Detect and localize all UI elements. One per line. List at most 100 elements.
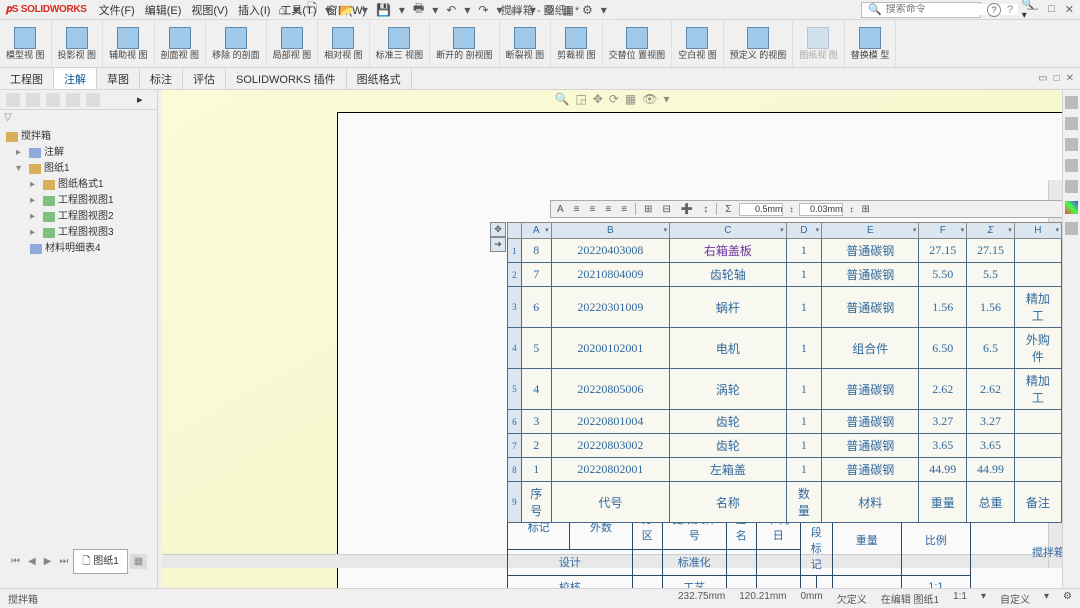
ribbon-blank-view[interactable]: 空白视 图 (672, 20, 724, 67)
ribbon-break-view[interactable]: 断裂视 图 (500, 20, 552, 67)
sheet-first-icon[interactable]: ⏮ (8, 556, 23, 567)
ribbon-aux-view[interactable]: 辅助视 图 (103, 20, 155, 67)
tab-addins[interactable]: SOLIDWORKS 插件 (226, 68, 347, 89)
doc-close-icon[interactable]: ✕ (1066, 73, 1074, 84)
tree-sheet1[interactable]: ▾图纸1 (2, 161, 155, 177)
fm-tab-3[interactable] (46, 93, 60, 107)
fm-tab-4[interactable] (66, 93, 80, 107)
ribbon-replace-model[interactable]: 替换模 型 (845, 20, 897, 67)
tab-evaluate[interactable]: 评估 (183, 68, 226, 89)
fm-tab-1[interactable] (6, 93, 20, 107)
table-format-toolbar[interactable]: A ≡ ≡ ≡ ≡ ⊞ ⊟ ➕ ↕ Σ 0.5mm ↕ 0.03mm ↕ ⊞ (550, 200, 1062, 218)
table-row[interactable]: 1820220403008右箱盖板1普通碳钢27.1527.15 (508, 239, 1062, 263)
minimize-button[interactable]: — (1027, 3, 1038, 16)
display-style-icon[interactable]: ▦ (625, 92, 636, 106)
ribbon-crop-view[interactable]: 剪裁视 图 (551, 20, 603, 67)
new-icon[interactable]: 🗋 (307, 0, 317, 20)
ribbon-projected-view[interactable]: 投影视 图 (52, 20, 104, 67)
taskpane-explorer-icon[interactable] (1065, 159, 1078, 172)
ribbon-predef-view[interactable]: 预定义 的视图 (724, 20, 794, 67)
merge-icon[interactable]: ⊞ (642, 204, 654, 215)
ribbon-section-view[interactable]: 剖面视 图 (155, 20, 207, 67)
sheet-prev-icon[interactable]: ◀ (25, 556, 39, 567)
taskpane-appearances-icon[interactable] (1065, 201, 1078, 214)
command-search[interactable]: 🔍 🔍▾ (861, 2, 981, 18)
tree-sheetformat[interactable]: ▸图纸格式1 (2, 177, 155, 193)
tab-sketch[interactable]: 草图 (97, 68, 140, 89)
settings-icon[interactable]: ⚙ (582, 3, 593, 17)
tab-sheetformat[interactable]: 图纸格式 (347, 68, 412, 89)
maximize-button[interactable]: □ (1048, 3, 1055, 16)
filter-icon[interactable]: ▽ (0, 110, 157, 125)
align-top-icon[interactable]: ≡ (619, 204, 629, 215)
ribbon-detail-view[interactable]: 局部视 图 (267, 20, 319, 67)
close-button[interactable]: ✕ (1065, 3, 1074, 16)
ribbon-sheet-view[interactable]: 图纸视 图 (793, 20, 845, 67)
align-right-icon[interactable]: ≡ (603, 204, 613, 215)
redo-icon[interactable]: ↷ (478, 3, 488, 17)
table-corner-handles[interactable]: ✥ ➜ (490, 222, 506, 252)
status-settings-icon[interactable]: ⚙ (1063, 591, 1072, 606)
table-row[interactable]: 6320220801004齿轮1普通碳钢3.273.27 (508, 410, 1062, 434)
open-icon[interactable]: 📂 (339, 3, 354, 17)
formula-icon[interactable]: Σ (723, 204, 733, 215)
sheet-tab-1[interactable]: 🗋 图纸1 (73, 549, 127, 574)
menu-view[interactable]: 视图(V) (191, 2, 228, 18)
menu-edit[interactable]: 编辑(E) (145, 2, 182, 18)
tree-annotations[interactable]: ▸注解 (2, 145, 155, 161)
ribbon-model-view[interactable]: 模型视 图 (0, 20, 52, 67)
ribbon-std-3view[interactable]: 标准三 视图 (370, 20, 431, 67)
taskpane-home-icon[interactable] (1065, 96, 1078, 109)
doc-minimize-icon[interactable]: ▭ (1038, 73, 1047, 84)
row-height-input[interactable]: 0.03mm (799, 203, 843, 216)
taskpane-palette-icon[interactable] (1065, 180, 1078, 193)
help-icon[interactable]: ? (987, 3, 1001, 17)
tab-drawing[interactable]: 工程图 (0, 68, 54, 89)
table-row[interactable]: 7220220803002齿轮1普通碳钢3.653.65 (508, 434, 1062, 458)
whatsnew-icon[interactable]: ? (1007, 4, 1013, 16)
insert-row-icon[interactable]: ➕ (679, 204, 695, 215)
save-icon[interactable]: 💾 (376, 3, 391, 17)
hide-show-icon[interactable]: 👁 (642, 92, 657, 106)
tree-view1[interactable]: ▸工程图视图1 (2, 193, 155, 209)
doc-restore-icon[interactable]: □ (1054, 73, 1060, 84)
table-row[interactable]: 5420220805006涡轮1普通碳钢2.622.62精加工 (508, 369, 1062, 410)
sort-icon[interactable]: ↕ (701, 204, 710, 215)
tree-view3[interactable]: ▸工程图视图3 (2, 225, 155, 241)
undo-icon[interactable]: ↶ (446, 3, 456, 17)
status-custom[interactable]: 自定义 (1000, 591, 1030, 606)
sheet-last-icon[interactable]: ⏭ (56, 556, 71, 567)
move-table-icon[interactable]: ✥ (490, 222, 506, 237)
tab-markup[interactable]: 标注 (140, 68, 183, 89)
menu-file[interactable]: 文件(F) (99, 2, 135, 18)
drawing-canvas[interactable]: 🔍 ◲ ✥ ⟳ ▦ 👁 ▾ D E F A ≡ ≡ ≡ ≡ ⊞ ⊟ ➕ ↕ (162, 90, 1062, 588)
rotate-icon[interactable]: ⟳ (609, 92, 619, 106)
table-row[interactable]: 4520200102001电机1组合件6.506.5外购件 (508, 328, 1062, 369)
ribbon-broken-section[interactable]: 断开的 剖视图 (430, 20, 500, 67)
taskpane-resources-icon[interactable] (1065, 117, 1078, 130)
add-sheet-icon[interactable]: ▦ (130, 554, 147, 569)
align-left-icon[interactable]: ≡ (572, 204, 582, 215)
fm-tab-5[interactable] (86, 93, 100, 107)
ribbon-relative-view[interactable]: 相对视 图 (318, 20, 370, 67)
table-options-icon[interactable]: ⊞ (859, 204, 871, 215)
sheet-next-icon[interactable]: ▶ (41, 556, 55, 567)
zoom-fit-icon[interactable]: 🔍 (554, 92, 569, 106)
ribbon-alt-pos-view[interactable]: 交替位 置视图 (603, 20, 673, 67)
split-icon[interactable]: ⊟ (660, 204, 672, 215)
home-icon[interactable]: ⌂ (278, 3, 285, 17)
table-row[interactable]: 3620220301009蜗杆1普通碳钢1.561.56精加工 (508, 287, 1062, 328)
zoom-area-icon[interactable]: ◲ (575, 92, 586, 106)
tree-bom-table[interactable]: 材料明细表4 (2, 241, 155, 257)
col-width-input[interactable]: 0.5mm (739, 203, 783, 216)
taskpane-properties-icon[interactable] (1065, 222, 1078, 235)
menu-insert[interactable]: 插入(I) (238, 2, 270, 18)
table-row[interactable]: 8120220802001左箱盖1普通碳钢44.9944.99 (508, 458, 1062, 482)
tree-view2[interactable]: ▸工程图视图2 (2, 209, 155, 225)
print-icon[interactable]: 🖶 (413, 0, 424, 20)
tree-root[interactable]: 搅拌箱 (2, 129, 155, 145)
select-table-icon[interactable]: ➜ (490, 237, 506, 252)
fm-expand-icon[interactable]: ▸ (137, 93, 151, 107)
align-center-icon[interactable]: ≡ (588, 204, 598, 215)
pan-icon[interactable]: ✥ (593, 92, 603, 106)
